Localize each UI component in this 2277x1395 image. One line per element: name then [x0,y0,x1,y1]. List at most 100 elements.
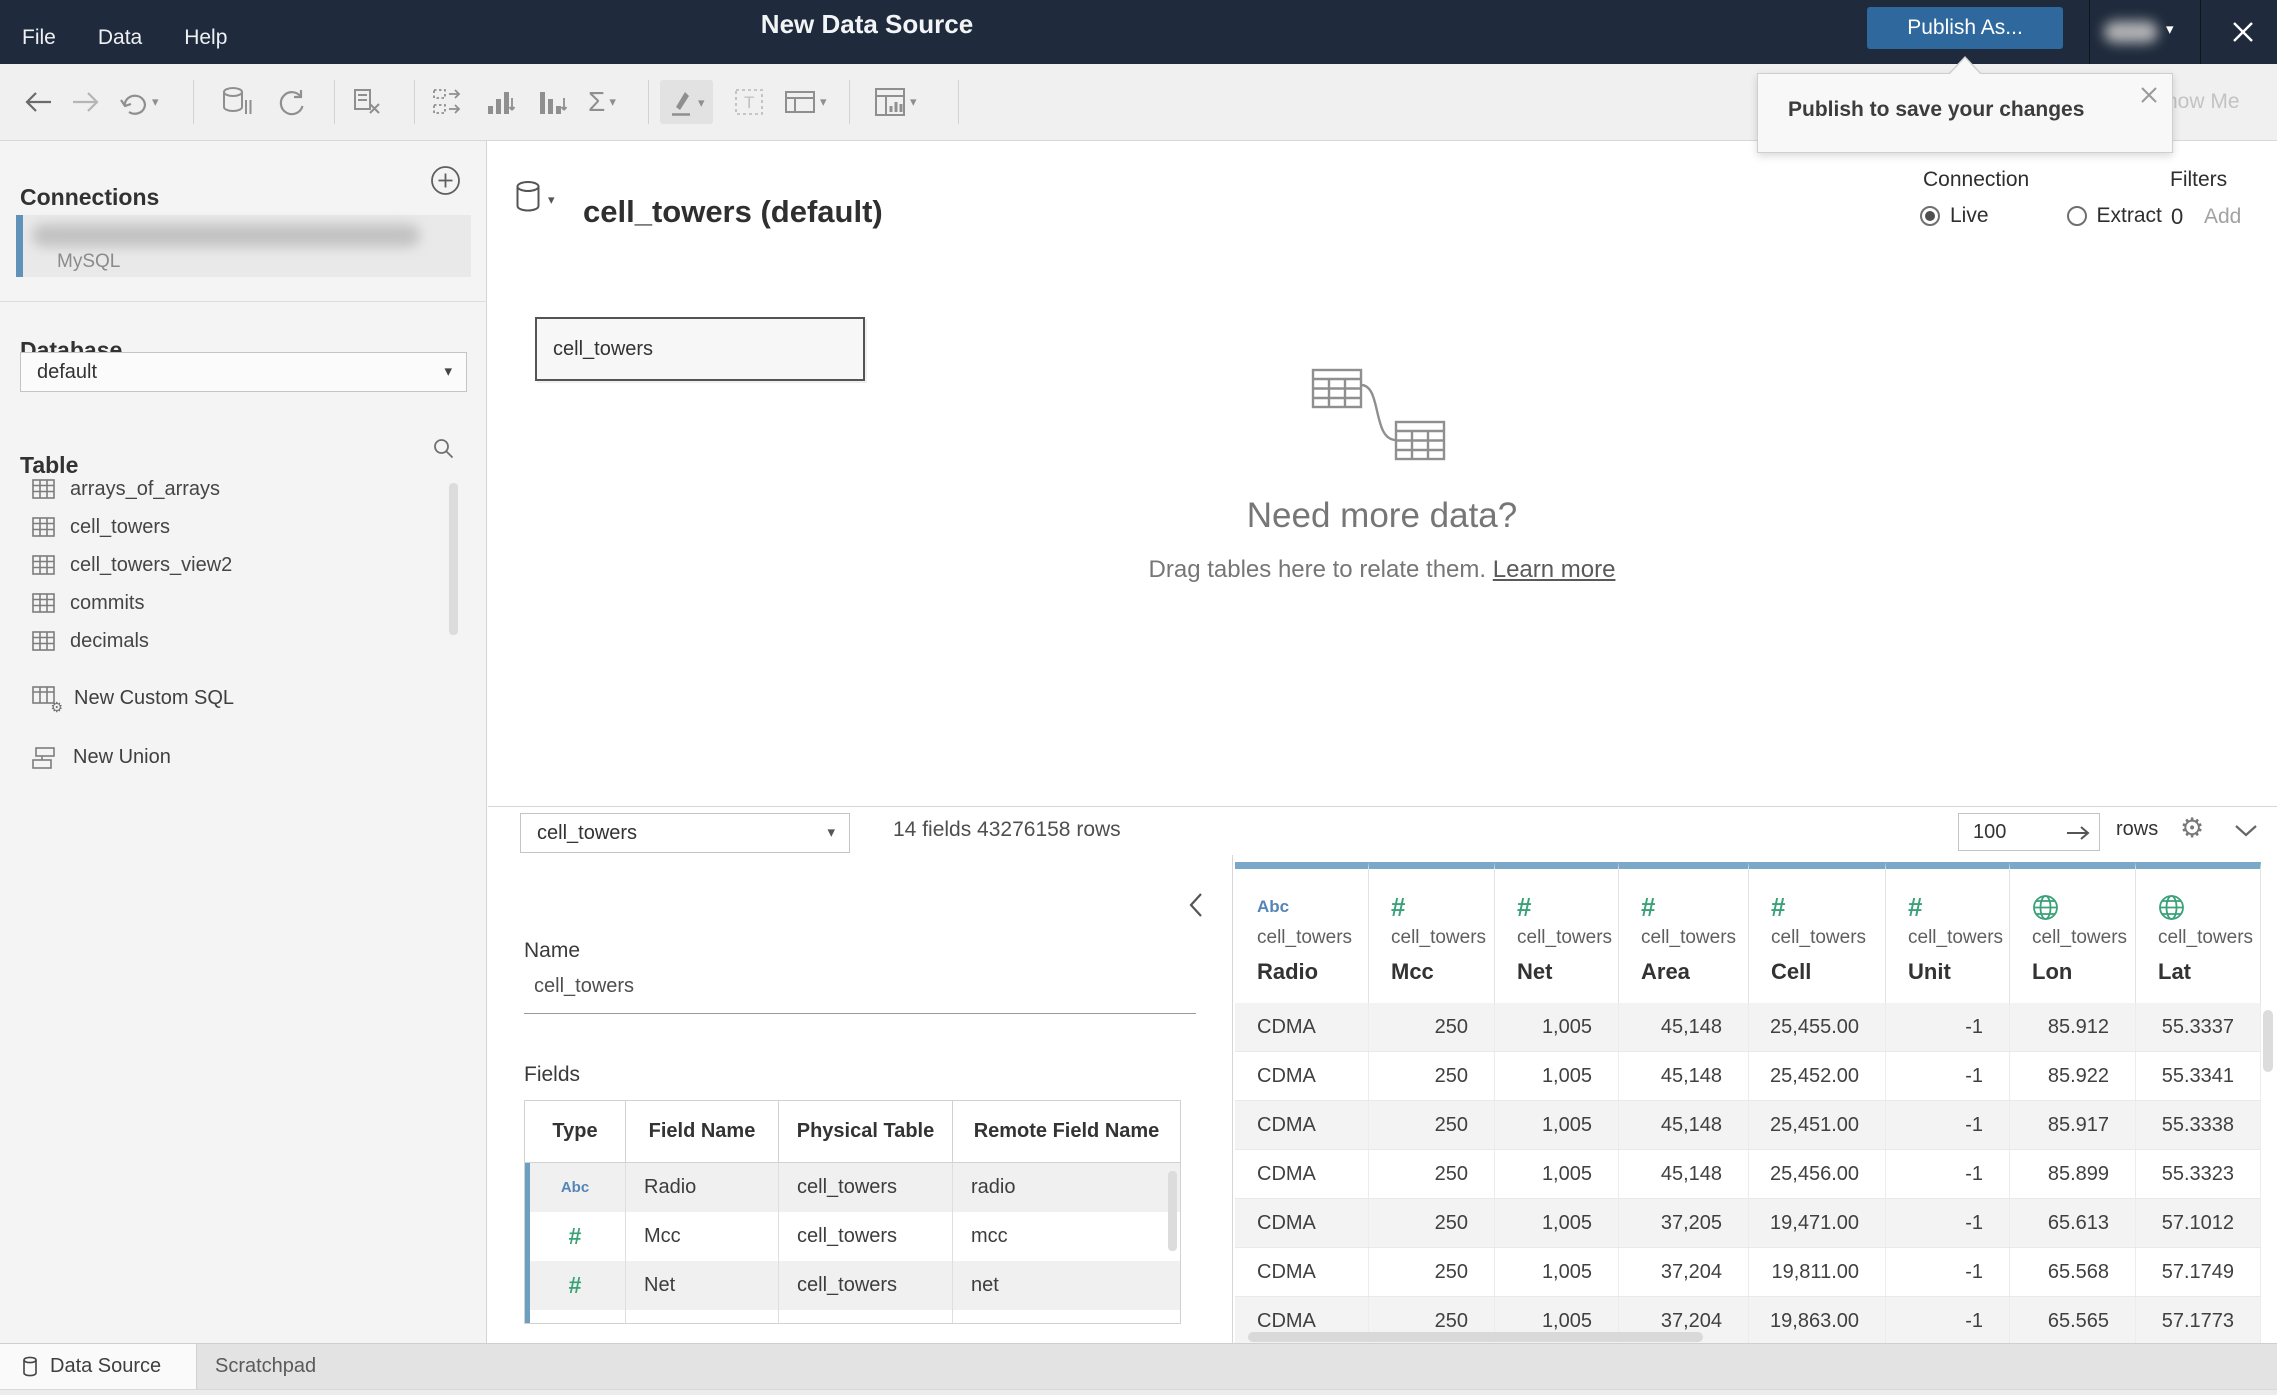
collapse-panel-button[interactable] [2234,824,2258,838]
grid-column-Lon[interactable]: cell_towers Lon [2010,862,2136,1003]
grid-column-Lat[interactable]: cell_towers Lat [2136,862,2261,1003]
grid-cell: 250 [1369,1101,1495,1149]
grid-cell: CDMA [1235,1199,1369,1247]
user-account-chip[interactable] [2104,21,2158,43]
filters-add-link[interactable]: Add [2204,205,2241,229]
field-row-Net[interactable]: # Net cell_towers net [525,1261,1180,1310]
fit-dropdown-button[interactable]: ▾ [784,89,827,115]
connection-item[interactable]: MySQL [16,215,471,277]
sort-ascending-button[interactable] [486,88,516,116]
grid-cell: 85.899 [2010,1150,2136,1198]
show-me-button[interactable]: ▾ [874,87,917,117]
collapse-metadata-button[interactable] [1188,891,1204,919]
logical-table-node[interactable]: cell_towers [535,317,865,381]
grid-column-Net[interactable]: # cell_towers Net [1495,862,1619,1003]
redo-button[interactable] [70,89,102,115]
sidebar-table-item-cell_towers_view2[interactable]: cell_towers_view2 [0,546,487,584]
publish-as-button[interactable]: Publish As... [1867,7,2063,49]
field-row-Mcc[interactable]: # Mcc cell_towers mcc [525,1212,1180,1261]
plus-circle-icon [431,166,460,195]
fields-label: Fields [524,1063,581,1086]
grid-column-Radio[interactable]: Abc cell_towers Radio [1235,862,1369,1003]
publish-tooltip: Publish to save your changes [1757,56,2173,153]
union-icon [32,746,55,769]
annotation-button[interactable]: T [734,88,764,116]
datasource-menu-button[interactable] [515,180,543,214]
highlight-pen-icon [672,92,690,116]
gear-icon[interactable]: ⚙ [2180,813,2204,844]
grid-cell: 57.1749 [2136,1248,2261,1296]
grid-column-Area[interactable]: # cell_towers Area [1619,862,1749,1003]
grid-cell: 19,811.00 [1749,1248,1886,1296]
sort-descending-button[interactable] [538,88,568,116]
field-row-Radio[interactable]: Abc Radio cell_towers radio [525,1163,1180,1212]
extract-radio[interactable] [2066,206,2087,226]
grid-column-Mcc[interactable]: # cell_towers Mcc [1369,862,1495,1003]
menu-file[interactable]: File [22,26,56,50]
table-icon [32,479,55,499]
live-radio-label[interactable]: Live [1950,204,1989,228]
highlight-button-active[interactable]: ▾ [660,80,713,124]
tooltip-close-button[interactable] [2138,84,2160,106]
apply-arrow-icon[interactable] [2065,825,2091,841]
grid-row-1[interactable]: CDMA 250 1,005 45,148 25,452.00 -1 85.922 55.33… [1235,1052,2261,1101]
totals-dropdown-button[interactable]: Σ ▾ [588,86,616,118]
grid-row-3[interactable]: CDMA 250 1,005 45,148 25,456.00 -1 85.899 55.33… [1235,1150,2261,1199]
grid-column-Cell[interactable]: # cell_towers Cell [1749,862,1886,1003]
sidebar-table-item-arrays_of_arrays[interactable]: arrays_of_arrays [0,470,487,508]
connections-heading: Connections [20,184,160,211]
replay-dropdown-button[interactable]: ▾ [118,88,159,116]
grid-cell: -1 [1886,1101,2010,1149]
pause-updates-button[interactable] [222,86,252,118]
learn-more-link[interactable]: Learn more [1493,556,1616,583]
row-limit-input[interactable]: 100 [1958,813,2100,851]
tab-scratchpad[interactable]: Scratchpad [215,1344,316,1389]
name-input[interactable]: cell_towers [534,975,634,998]
live-radio-selected[interactable] [1920,206,1940,226]
grid-cell: 1,005 [1495,1199,1619,1247]
fields-table-header: Type Field Name Physical Table Remote Field… [525,1101,1180,1163]
sort-ascending-icon [488,92,516,114]
grid-row-0[interactable]: CDMA 250 1,005 45,148 25,455.00 -1 85.912 55.33… [1235,1003,2261,1052]
fields-table-scrollbar[interactable] [1168,1171,1177,1251]
connection-type-label: MySQL [57,251,121,272]
new-union-button[interactable]: New Union [32,746,171,769]
fields-column-header: Physical Table [779,1101,953,1162]
preview-table-select[interactable]: cell_towers ▾ [520,813,850,853]
menu-help[interactable]: Help [184,26,227,50]
grid-column-source: cell_towers [1908,927,2004,948]
grid-cell: -1 [1886,1150,2010,1198]
swap-rows-columns-button[interactable] [432,88,464,116]
sidebar-table-item-commits[interactable]: commits [0,584,487,622]
grid-header-row: Abc cell_towers Radio # cell_towers Mcc # cell_… [1235,862,2261,1004]
grid-horizontal-scrollbar[interactable] [1248,1332,1703,1342]
grid-cell: 85.912 [2010,1003,2136,1051]
database-select[interactable]: default ▾ [20,352,467,392]
refresh-button[interactable] [276,87,306,117]
grid-row-2[interactable]: CDMA 250 1,005 45,148 25,451.00 -1 85.917 55.33… [1235,1101,2261,1150]
tab-data-source[interactable]: Data Source [0,1344,197,1389]
grid-cell: 55.3338 [2136,1101,2261,1149]
grid-row-5[interactable]: CDMA 250 1,005 37,204 19,811.00 -1 65.568 57.17… [1235,1248,2261,1297]
number-type-icon: # [1908,891,1923,922]
table-search-button[interactable] [432,437,455,460]
window-close-button[interactable] [2228,17,2258,47]
undo-button[interactable] [22,89,54,115]
sidebar-table-item-decimals[interactable]: decimals [0,622,487,660]
user-menu-caret-icon[interactable]: ▾ [2166,20,2174,38]
grid-cell: CDMA [1235,1150,1369,1198]
caret-down-icon[interactable]: ▾ [548,192,555,208]
table-list-scrollbar[interactable] [449,483,458,635]
grid-cell: 57.1773 [2136,1297,2261,1343]
clear-sheet-button[interactable] [352,87,382,117]
sidebar-table-item-cell_towers[interactable]: cell_towers [0,508,487,546]
menu-data[interactable]: Data [98,26,142,50]
grid-row-4[interactable]: CDMA 250 1,005 37,205 19,471.00 -1 65.613 57.10… [1235,1199,2261,1248]
custom-sql-icon: ⚙ [32,686,63,715]
extract-radio-label[interactable]: Extract [2097,204,2162,228]
grid-vertical-scrollbar[interactable] [2263,1010,2273,1072]
connection-name-redacted [32,224,420,247]
new-custom-sql-button[interactable]: ⚙ New Custom SQL [32,686,234,715]
add-connection-button[interactable] [430,165,461,196]
grid-column-Unit[interactable]: # cell_towers Unit [1886,862,2010,1003]
